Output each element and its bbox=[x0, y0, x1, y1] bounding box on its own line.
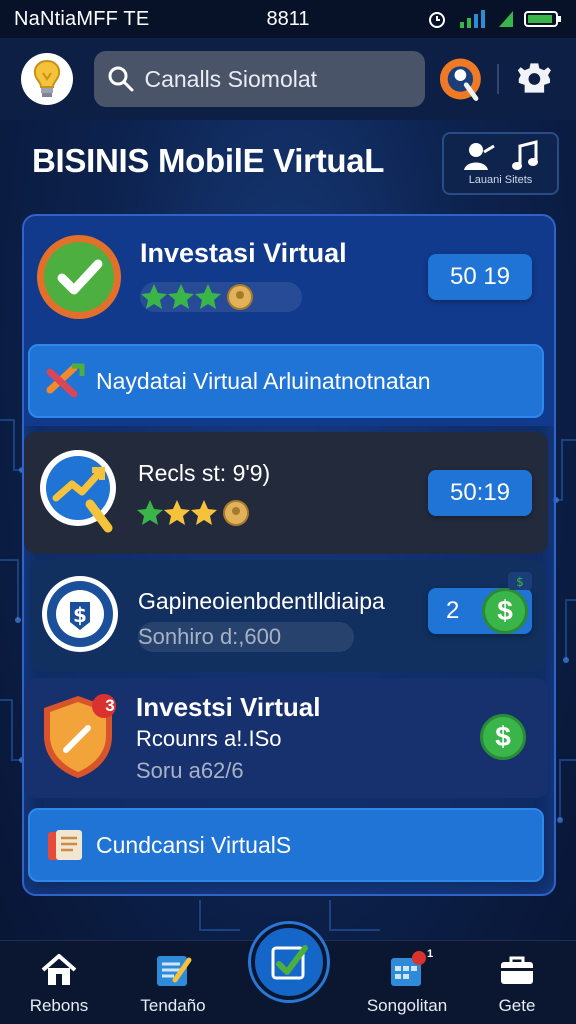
avatar[interactable] bbox=[437, 55, 484, 103]
media-button-caption: Lauani Sitets bbox=[468, 174, 533, 186]
card-value: 50 19 bbox=[428, 254, 532, 300]
alarm-icon bbox=[429, 12, 445, 28]
status-icons bbox=[426, 10, 562, 28]
nav-item-center[interactable] bbox=[251, 924, 327, 1000]
star-icon bbox=[137, 500, 217, 525]
dollar-icon[interactable]: $ bbox=[480, 714, 526, 760]
dollar-shield-icon: $ bbox=[42, 576, 118, 652]
battery-icon bbox=[524, 11, 561, 27]
user-music-icon bbox=[463, 143, 495, 170]
page-title: BISINIS MobilE VirtuaL bbox=[32, 142, 385, 179]
secondary-action-label: Cundcansi VirtualS bbox=[96, 831, 292, 858]
briefcase-icon bbox=[501, 956, 533, 984]
growth-chart-icon bbox=[40, 450, 116, 533]
card-rating bbox=[136, 498, 250, 528]
music-note-icon bbox=[511, 140, 538, 170]
wifi-icon bbox=[499, 11, 513, 27]
card-value-text: 2 bbox=[446, 597, 460, 624]
lightbulb-icon[interactable] bbox=[18, 49, 76, 109]
carrier-label: NaNtiaMFF TE bbox=[14, 7, 150, 30]
nav-item-briefcase[interactable]: Gete bbox=[462, 940, 572, 1024]
calendar-icon bbox=[391, 951, 426, 986]
edit-board-icon bbox=[157, 956, 192, 986]
card-title: Investsi Virtual bbox=[136, 692, 321, 722]
nav-item-edit[interactable]: Tendaño bbox=[118, 940, 228, 1024]
svg-text:$: $ bbox=[73, 603, 87, 627]
card-rating bbox=[140, 282, 254, 312]
status-bar: NaNtiaMFF TE 8811 bbox=[0, 0, 576, 38]
search-value: Canalls Siomolat bbox=[144, 65, 318, 92]
nav-item-calendar[interactable]: 1 Songolitan bbox=[352, 940, 462, 1024]
app-bar: Canalls Siomolat bbox=[0, 38, 576, 120]
nav-label: Rebons bbox=[29, 996, 89, 1015]
dollar-icon: $ bbox=[482, 588, 528, 634]
home-icon bbox=[41, 954, 77, 985]
card-subtitle: Rcounrs a!.ISo bbox=[136, 726, 282, 751]
svg-text:$: $ bbox=[516, 575, 524, 589]
nav-badge: 1 bbox=[426, 948, 434, 960]
card-title: Investasi Virtual bbox=[140, 238, 347, 268]
search-icon bbox=[108, 66, 134, 92]
star-icon bbox=[141, 284, 221, 309]
gear-icon[interactable] bbox=[511, 55, 558, 103]
card-title: Gapineoienbdentlldiaipa bbox=[138, 588, 385, 614]
shuffle-icon bbox=[46, 363, 85, 398]
coin-icon bbox=[227, 284, 253, 310]
nav-item-home[interactable]: Rebons bbox=[4, 940, 114, 1024]
check-edit-icon bbox=[271, 945, 308, 980]
nav-label: Gete bbox=[498, 996, 536, 1015]
nav-label: Tendaño bbox=[140, 996, 206, 1015]
app-bar-divider bbox=[497, 64, 500, 94]
mini-badge-icon: $ bbox=[508, 572, 532, 590]
notification-badge: 3 bbox=[105, 696, 115, 715]
primary-action-label: Naydatai Virtual Arluinatnotnatan bbox=[96, 367, 431, 394]
primary-action-button[interactable]: Naydatai Virtual Arluinatnotnatan bbox=[28, 344, 544, 418]
card-subtitle: Sonhiro d:,600 bbox=[138, 624, 282, 649]
card-title: Recls st: 9'9) bbox=[138, 460, 271, 486]
card-value: 50:19 bbox=[428, 470, 532, 516]
document-icon bbox=[48, 830, 82, 860]
media-button[interactable]: Lauani Sitets bbox=[442, 132, 559, 195]
nav-label: Songolitan bbox=[366, 996, 448, 1015]
card-muted-text: Soru a62/6 bbox=[136, 758, 244, 783]
secondary-action-button[interactable]: Cundcansi VirtualS bbox=[28, 808, 544, 882]
coin-icon bbox=[223, 500, 249, 526]
signal-icon bbox=[460, 10, 485, 28]
check-badge-icon bbox=[37, 235, 121, 319]
search-input[interactable]: Canalls Siomolat bbox=[94, 51, 425, 107]
